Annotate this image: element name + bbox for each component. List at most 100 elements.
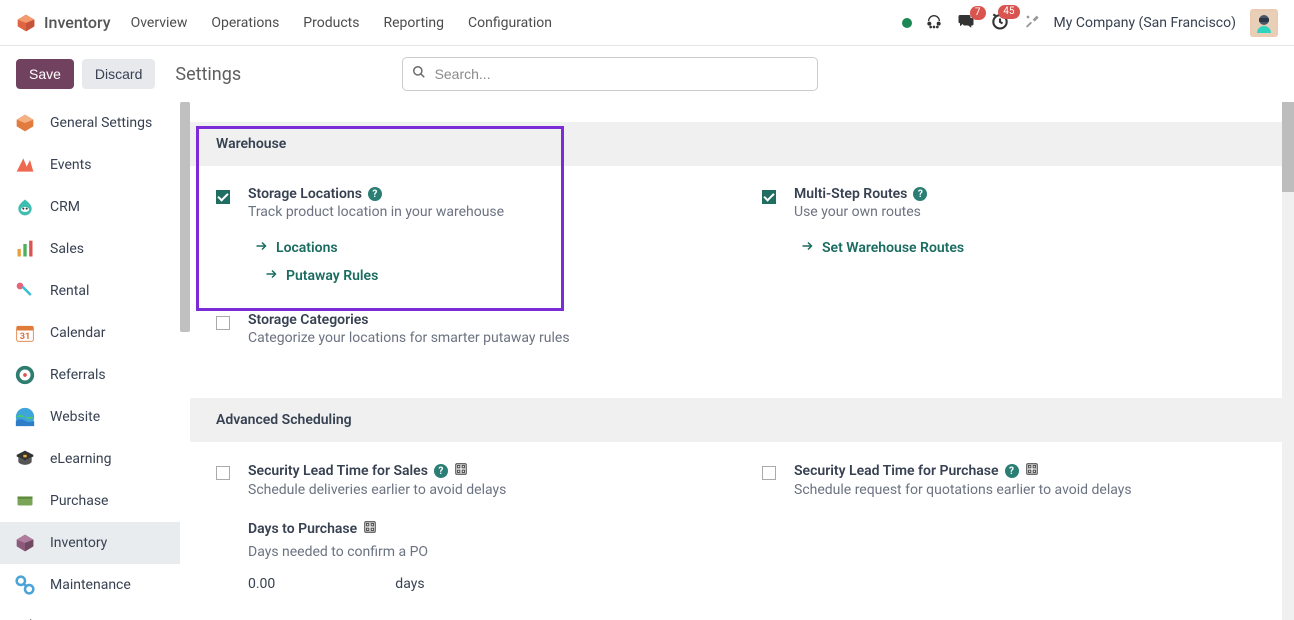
sidebar-item-sales[interactable]: Sales <box>0 228 180 270</box>
app-icon <box>16 13 36 33</box>
sidebar-item-referrals[interactable]: Referrals <box>0 354 180 396</box>
checkbox-multistep-routes[interactable] <box>762 190 776 204</box>
sidebar-app-icon <box>14 196 36 218</box>
discard-button[interactable]: Discard <box>82 59 155 89</box>
nav-products[interactable]: Products <box>303 15 359 31</box>
sidebar-item-crm[interactable]: CRM <box>0 186 180 228</box>
setting-title-lead-purchase: Security Lead Time for Purchase <box>794 463 999 479</box>
checkbox-storage-locations[interactable] <box>216 190 230 204</box>
save-button[interactable]: Save <box>16 59 74 89</box>
setting-desc: Schedule deliveries earlier to avoid del… <box>248 482 722 498</box>
checkbox-storage-categories[interactable] <box>216 316 230 330</box>
search-icon <box>412 65 426 83</box>
activities-button[interactable]: 45 <box>990 11 1010 35</box>
sidebar-item-label: Referrals <box>50 367 106 383</box>
sidebar-item-website[interactable]: Website <box>0 396 180 438</box>
svg-text:31: 31 <box>20 332 31 342</box>
arrow-right-icon <box>254 240 268 256</box>
sidebar-app-icon <box>14 574 36 596</box>
sidebar-item-label: General Settings <box>50 115 152 131</box>
page-title: Settings <box>175 64 241 85</box>
sidebar-app-icon <box>14 112 36 134</box>
sidebar-item-calendar[interactable]: 31 Calendar <box>0 312 180 354</box>
sidebar-item-label: Sales <box>50 241 84 257</box>
setting-title-days-purchase: Days to Purchase <box>248 521 357 537</box>
sidebar-item-label: eLearning <box>50 451 111 467</box>
navbar-right: 7 45 My Company (San Francisco) <box>902 9 1278 37</box>
link-locations[interactable]: Locations <box>248 234 722 262</box>
main-area: General Settings Events CRM Sales Rental 31 Ca… <box>0 102 1294 620</box>
sidebar-item-label: Events <box>50 157 91 173</box>
setting-desc: Use your own routes <box>794 204 1268 220</box>
sidebar-app-icon <box>14 280 36 302</box>
sidebar-item-label: Inventory <box>50 535 107 551</box>
setting-desc: Track product location in your warehouse <box>248 204 722 220</box>
activities-badge: 45 <box>998 5 1019 19</box>
sidebar-app-icon <box>14 490 36 512</box>
search-input[interactable] <box>402 57 818 91</box>
setting-title-lead-sales: Security Lead Time for Sales <box>248 463 428 479</box>
nav-operations[interactable]: Operations <box>211 15 279 31</box>
sidebar-app-icon <box>14 532 36 554</box>
developer-icon[interactable] <box>363 520 377 538</box>
sidebar-item-inventory[interactable]: Inventory <box>0 522 180 564</box>
sidebar-item-label: Website <box>50 409 100 425</box>
help-icon[interactable]: ? <box>368 187 382 201</box>
nav-configuration[interactable]: Configuration <box>468 15 552 31</box>
status-indicator-icon <box>902 18 912 28</box>
sidebar-item-maintenance[interactable]: Maintenance <box>0 564 180 606</box>
setting-title-storage-categories: Storage Categories <box>248 312 369 328</box>
wrench-icon[interactable] <box>1024 13 1040 33</box>
settings-sidebar: General Settings Events CRM Sales Rental 31 Ca… <box>0 102 180 620</box>
days-unit: days <box>395 576 424 592</box>
arrow-right-icon <box>264 268 278 284</box>
sidebar-app-icon <box>14 364 36 386</box>
days-value[interactable]: 0.00 <box>248 576 275 592</box>
sidebar-item-purchase[interactable]: Purchase <box>0 480 180 522</box>
link-set-warehouse-routes[interactable]: Set Warehouse Routes <box>794 234 1268 262</box>
section-header-advanced: Advanced Scheduling <box>190 398 1294 442</box>
messages-button[interactable]: 7 <box>956 12 976 34</box>
setting-title-multistep: Multi-Step Routes <box>794 186 907 202</box>
sidebar-item-label: CRM <box>50 199 80 215</box>
nav-overview[interactable]: Overview <box>131 15 188 31</box>
checkbox-lead-purchase[interactable] <box>762 466 776 480</box>
help-icon[interactable]: ? <box>1005 464 1019 478</box>
user-avatar[interactable] <box>1250 9 1278 37</box>
sidebar-item-rental[interactable]: Rental <box>0 270 180 312</box>
headset-icon[interactable] <box>926 13 942 33</box>
sidebar-app-icon <box>14 448 36 470</box>
brand-text: Inventory <box>44 13 111 32</box>
sidebar-item-elearning[interactable]: eLearning <box>0 438 180 480</box>
sidebar-item-manufacturing[interactable]: Manufacturing <box>0 606 180 620</box>
sidebar-item-events[interactable]: Events <box>0 144 180 186</box>
sidebar-app-icon <box>14 406 36 428</box>
nav-reporting[interactable]: Reporting <box>383 15 444 31</box>
setting-desc: Days needed to confirm a PO <box>248 544 722 560</box>
sidebar-app-icon <box>14 154 36 176</box>
sidebar-item-label: Purchase <box>50 493 108 509</box>
settings-content: Warehouse Storage Locations ? Track prod… <box>190 102 1294 620</box>
arrow-right-icon <box>800 240 814 256</box>
sidebar-item-label: Maintenance <box>50 577 131 593</box>
sidebar-scrollbar[interactable] <box>180 102 190 332</box>
link-label: Putaway Rules <box>286 268 378 284</box>
link-putaway-rules[interactable]: Putaway Rules <box>248 262 722 290</box>
content-scrollbar[interactable] <box>1282 102 1294 620</box>
sidebar-app-icon <box>14 238 36 260</box>
sidebar-item-general-settings[interactable]: General Settings <box>0 102 180 144</box>
messages-badge: 7 <box>970 6 986 20</box>
developer-icon[interactable] <box>1025 462 1039 480</box>
setting-title-storage-locations: Storage Locations <box>248 186 362 202</box>
section-header-warehouse: Warehouse <box>190 122 1294 166</box>
brand[interactable]: Inventory <box>16 13 111 33</box>
company-selector[interactable]: My Company (San Francisco) <box>1054 15 1236 31</box>
help-icon[interactable]: ? <box>913 187 927 201</box>
setting-desc: Schedule request for quotations earlier … <box>794 482 1268 498</box>
sidebar-app-icon: 31 <box>14 322 36 344</box>
checkbox-lead-sales[interactable] <box>216 466 230 480</box>
sidebar-item-label: Calendar <box>50 325 106 341</box>
developer-icon[interactable] <box>454 462 468 480</box>
search-wrap <box>402 57 818 91</box>
help-icon[interactable]: ? <box>434 464 448 478</box>
